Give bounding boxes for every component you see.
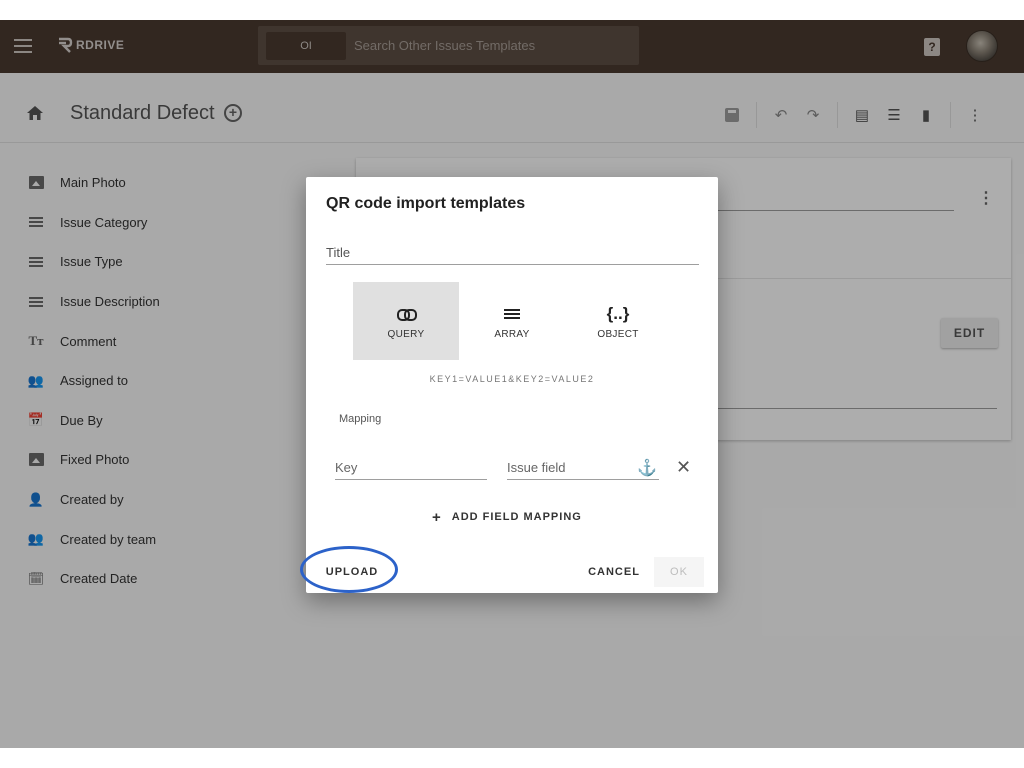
type-tab-label: ARRAY <box>494 328 530 340</box>
type-tab-label: QUERY <box>387 328 425 340</box>
add-field-mapping-button[interactable]: + ADD FIELD MAPPING <box>432 507 582 527</box>
qr-import-dialog: QR code import templates QUERY ARRAY {..… <box>306 177 718 593</box>
format-hint: KEY1=VALUE1&KEY2=VALUE2 <box>429 374 595 384</box>
link-icon <box>397 303 417 325</box>
upload-button[interactable]: UPLOAD <box>320 557 384 587</box>
list-icon <box>504 303 520 325</box>
type-tab-object[interactable]: {..} OBJECT <box>565 282 671 360</box>
type-tab-array[interactable]: ARRAY <box>459 282 565 360</box>
issue-field-select[interactable]: Issue field ⚓ <box>507 456 659 480</box>
cancel-button[interactable]: CANCEL <box>582 557 646 587</box>
mapping-label: Mapping <box>339 413 382 425</box>
title-field[interactable] <box>326 241 699 265</box>
key-input[interactable] <box>335 456 487 480</box>
format-type-selector: QUERY ARRAY {..} OBJECT <box>353 282 671 360</box>
issue-field-label: Issue field <box>507 460 566 475</box>
anchor-icon[interactable]: ⚓ <box>637 458 657 478</box>
add-mapping-label: ADD FIELD MAPPING <box>451 511 582 523</box>
close-icon[interactable]: ✕ <box>676 457 691 478</box>
plus-icon: + <box>432 508 442 526</box>
ok-button[interactable]: OK <box>654 557 704 587</box>
braces-icon: {..} <box>606 303 630 323</box>
type-tab-label: OBJECT <box>597 328 639 340</box>
type-tab-query[interactable]: QUERY <box>353 282 459 360</box>
dialog-title: QR code import templates <box>326 195 526 212</box>
